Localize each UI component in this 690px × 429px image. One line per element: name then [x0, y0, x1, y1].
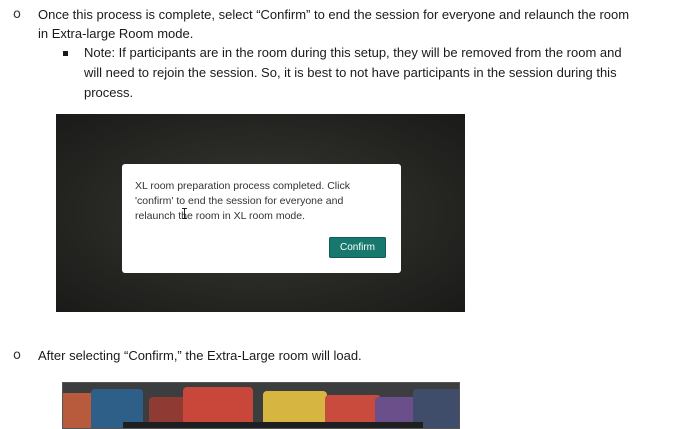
room-floor-strip: [123, 422, 423, 428]
note-line-3: process.: [84, 85, 134, 100]
confirm-dialog-screenshot: XL room preparation process completed. C…: [56, 114, 465, 312]
note-line-2: will need to rejoin the session. So, it …: [84, 65, 617, 80]
text-cursor-icon: [182, 208, 187, 219]
confirm-dialog: XL room preparation process completed. C…: [122, 164, 401, 273]
dialog-message-line-3: relaunch the room in XL room mode.: [135, 210, 306, 222]
dialog-message: XL room preparation process completed. C…: [135, 179, 375, 224]
hollow-bullet-icon: o: [13, 348, 21, 363]
square-bullet-icon: [63, 51, 68, 56]
step-text-line-2: in Extra-large Room mode.: [38, 26, 194, 41]
step-text-line-3: After selecting “Confirm,” the Extra-Lar…: [38, 348, 362, 363]
dialog-message-line-1: XL room preparation process completed. C…: [135, 180, 350, 192]
step-text-line-1: Once this process is complete, select “C…: [38, 7, 630, 22]
dialog-message-line-2: 'confirm' to end the session for everyon…: [135, 195, 344, 207]
xl-room-screenshot: [62, 382, 460, 429]
confirm-button[interactable]: Confirm: [329, 237, 386, 258]
hollow-bullet-icon: o: [13, 7, 21, 22]
note-line-1: Note: If participants are in the room du…: [84, 45, 622, 60]
